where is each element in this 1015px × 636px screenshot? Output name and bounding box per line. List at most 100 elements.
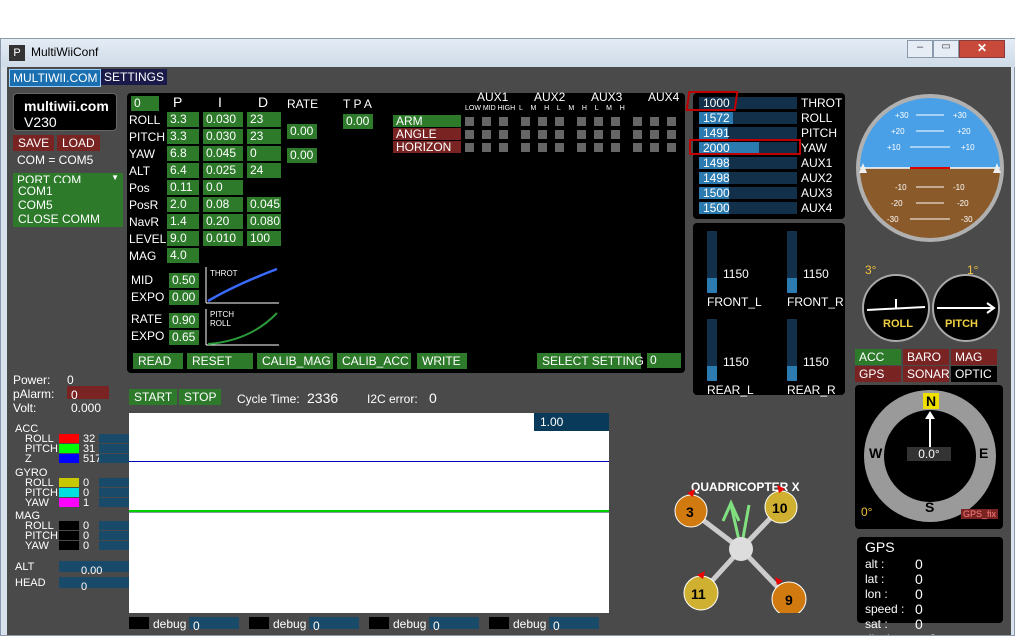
pid-counter[interactable]: 0 bbox=[131, 96, 159, 111]
aux-checkbox[interactable] bbox=[650, 117, 659, 126]
load-button[interactable]: LOAD bbox=[57, 135, 100, 151]
acc-bar bbox=[99, 454, 129, 463]
save-button[interactable]: SAVE bbox=[13, 135, 55, 151]
pid-p-value[interactable]: 0.11 bbox=[167, 180, 199, 195]
aux-checkbox[interactable] bbox=[521, 130, 530, 139]
pid-i-value[interactable]: 0.030 bbox=[203, 112, 243, 127]
rate-yaw[interactable]: 0.00 bbox=[287, 148, 317, 163]
palarm-field[interactable]: 0 bbox=[67, 386, 109, 402]
write-button[interactable]: WRITE bbox=[417, 353, 467, 369]
minimize-button[interactable]: ‒ bbox=[907, 40, 933, 58]
expo2-value[interactable]: 0.65 bbox=[169, 330, 199, 345]
calib-mag-button[interactable]: CALIB_MAG bbox=[257, 353, 333, 369]
aux-checkbox[interactable] bbox=[594, 130, 603, 139]
aux-checkbox[interactable] bbox=[538, 143, 547, 152]
pid-p-value[interactable]: 3.3 bbox=[167, 112, 199, 127]
close-comm-button[interactable]: CLOSE COMM bbox=[13, 211, 123, 227]
aux-checkbox[interactable] bbox=[594, 117, 603, 126]
calib-acc-button[interactable]: CALIB_ACC bbox=[337, 353, 411, 369]
graph-scale[interactable]: 1.00 bbox=[534, 413, 609, 431]
compass-w: W bbox=[869, 445, 883, 461]
pid-p-value[interactable]: 9.0 bbox=[167, 231, 199, 246]
tab-settings[interactable]: SETTINGS bbox=[101, 69, 168, 85]
expo-value[interactable]: 0.00 bbox=[169, 290, 199, 305]
stop-button[interactable]: STOP bbox=[179, 389, 222, 405]
pid-i-value[interactable]: 0.030 bbox=[203, 129, 243, 144]
aux-checkbox[interactable] bbox=[499, 117, 508, 126]
aux-checkbox[interactable] bbox=[521, 117, 530, 126]
aux-checkbox[interactable] bbox=[577, 143, 586, 152]
pid-p-value[interactable]: 4.0 bbox=[167, 248, 199, 263]
aux-checkbox[interactable] bbox=[538, 117, 547, 126]
pid-d-value[interactable]: 0 bbox=[247, 146, 281, 161]
debug-value: 0 bbox=[433, 619, 440, 633]
pid-d-value[interactable]: 24 bbox=[247, 163, 281, 178]
pid-d-value[interactable]: 100 bbox=[247, 231, 281, 246]
aux-checkbox[interactable] bbox=[611, 143, 620, 152]
motor-fl: 3 bbox=[686, 504, 694, 520]
pid-d-value[interactable]: 23 bbox=[247, 112, 281, 127]
aux-checkbox[interactable] bbox=[521, 143, 530, 152]
aux-checkbox[interactable] bbox=[482, 130, 491, 139]
aux-checkbox[interactable] bbox=[482, 143, 491, 152]
select-setting-button[interactable]: SELECT SETTING bbox=[537, 353, 644, 369]
aux-checkbox[interactable] bbox=[465, 130, 474, 139]
pid-i-value[interactable]: 0.08 bbox=[203, 197, 243, 212]
pid-i-value[interactable]: 0.025 bbox=[203, 163, 243, 178]
pid-p-value[interactable]: 1.4 bbox=[167, 214, 199, 229]
rate2-value[interactable]: 0.90 bbox=[169, 313, 199, 328]
aux-checkbox[interactable] bbox=[555, 117, 564, 126]
pid-i-value[interactable]: 0.0 bbox=[203, 180, 243, 195]
motor-bar bbox=[787, 231, 797, 293]
aux-checkbox[interactable] bbox=[633, 143, 642, 152]
tab-multiwii-com[interactable]: MULTIWII.COM bbox=[9, 69, 102, 87]
rate-roll-pitch[interactable]: 0.00 bbox=[287, 124, 317, 139]
optic-badge: OPTIC bbox=[951, 366, 997, 382]
debug-bar: 0 bbox=[189, 617, 239, 633]
pid-p-value[interactable]: 3.3 bbox=[167, 129, 199, 144]
read-button[interactable]: READ bbox=[133, 353, 183, 369]
pid-row-label: NavR bbox=[129, 215, 160, 229]
aux-checkbox[interactable] bbox=[650, 143, 659, 152]
pid-p-value[interactable]: 2.0 bbox=[167, 197, 199, 212]
aux-checkbox[interactable] bbox=[633, 130, 642, 139]
pid-d-value[interactable]: 0.080 bbox=[247, 214, 281, 229]
aux-checkbox[interactable] bbox=[555, 130, 564, 139]
site-name: multiwii.com bbox=[24, 98, 109, 114]
close-button[interactable]: ✕ bbox=[959, 40, 1005, 58]
pid-d-value[interactable]: 23 bbox=[247, 129, 281, 144]
roll-indicator: ROLL bbox=[862, 274, 930, 342]
aux-checkbox[interactable] bbox=[667, 143, 676, 152]
pid-d-value[interactable]: 0.045 bbox=[247, 197, 281, 212]
tpa-value[interactable]: 0.00 bbox=[343, 114, 373, 129]
aux-checkbox[interactable] bbox=[577, 117, 586, 126]
aux-checkbox[interactable] bbox=[499, 143, 508, 152]
aux-checkbox[interactable] bbox=[577, 130, 586, 139]
mid-value[interactable]: 0.50 bbox=[169, 273, 199, 288]
pid-i-value[interactable]: 0.045 bbox=[203, 146, 243, 161]
aux-checkbox[interactable] bbox=[465, 143, 474, 152]
aux-checkbox[interactable] bbox=[650, 130, 659, 139]
aux-checkbox[interactable] bbox=[499, 130, 508, 139]
aux-checkbox[interactable] bbox=[667, 130, 676, 139]
sensor-graph: 1.00 bbox=[129, 413, 609, 613]
pid-i-value[interactable]: 0.20 bbox=[203, 214, 243, 229]
pid-i-value[interactable]: 0.010 bbox=[203, 231, 243, 246]
aux-checkbox[interactable] bbox=[611, 117, 620, 126]
setting-value[interactable]: 0 bbox=[647, 353, 681, 368]
reset-button[interactable]: RESET bbox=[187, 353, 253, 369]
pid-p-value[interactable]: 6.4 bbox=[167, 163, 199, 178]
aux-checkbox[interactable] bbox=[555, 143, 564, 152]
aux-checkbox[interactable] bbox=[465, 117, 474, 126]
aux-checkbox[interactable] bbox=[594, 143, 603, 152]
pid-row-label: PosR bbox=[129, 198, 159, 212]
aux-checkbox[interactable] bbox=[538, 130, 547, 139]
aux-checkbox[interactable] bbox=[633, 117, 642, 126]
maximize-button[interactable]: ▭ bbox=[933, 40, 959, 58]
start-button[interactable]: START bbox=[129, 389, 178, 405]
aux-checkbox[interactable] bbox=[667, 117, 676, 126]
pid-p-value[interactable]: 6.8 bbox=[167, 146, 199, 161]
aux-checkbox[interactable] bbox=[611, 130, 620, 139]
debug-label: debug bbox=[393, 617, 427, 631]
aux-checkbox[interactable] bbox=[482, 117, 491, 126]
